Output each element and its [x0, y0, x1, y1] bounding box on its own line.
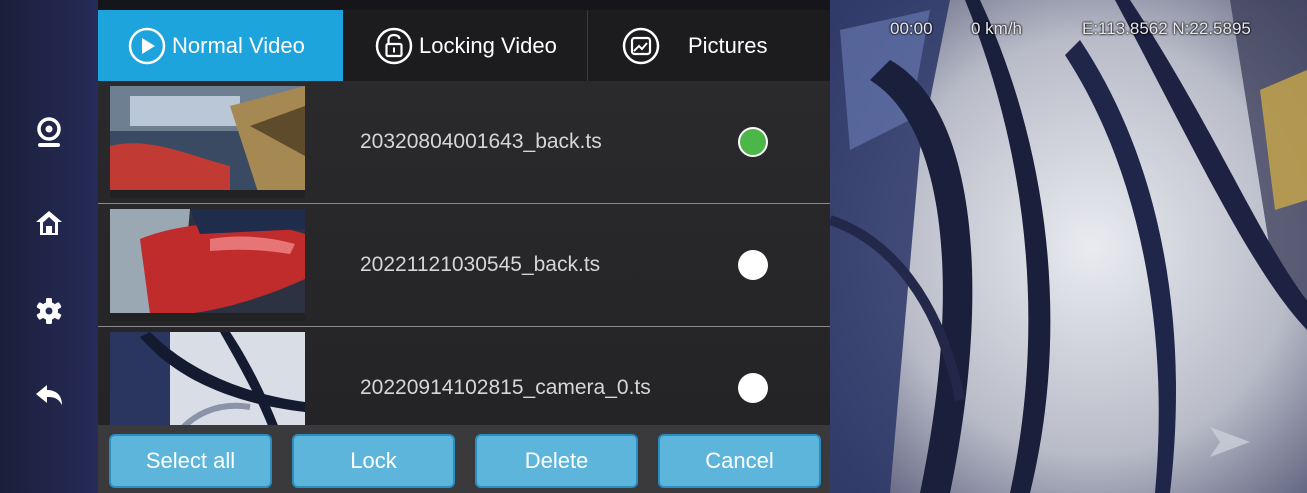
sidebar-item-settings[interactable] — [24, 286, 74, 336]
video-thumbnail — [110, 209, 305, 321]
tab-label: Pictures — [688, 32, 768, 58]
tab-label: Locking Video — [419, 32, 557, 58]
action-bar: Select all Lock Delete Cancel — [98, 425, 830, 493]
home-icon — [36, 211, 62, 235]
tab-locking-video[interactable]: Locking Video — [343, 10, 588, 81]
select-all-button[interactable]: Select all — [109, 434, 272, 488]
file-name: 20220914102815_camera_0.ts — [360, 376, 651, 399]
video-thumbnail — [110, 86, 305, 198]
tab-pictures[interactable]: Pictures — [588, 10, 830, 81]
file-name: 20320804001643_back.ts — [360, 130, 602, 153]
list-item[interactable]: 20220914102815_camera_0.ts — [98, 327, 830, 425]
tab-normal-video[interactable]: Normal Video — [98, 10, 343, 81]
cancel-button[interactable]: Cancel — [658, 434, 821, 488]
navigation-arrow-icon — [1210, 427, 1250, 457]
list-item[interactable]: 20221121030545_back.ts — [98, 204, 830, 327]
select-radio[interactable] — [738, 373, 768, 403]
lock-icon — [375, 27, 413, 65]
list-item[interactable]: 20320804001643_back.ts — [98, 81, 830, 204]
select-radio[interactable] — [738, 250, 768, 280]
tab-label: Normal Video — [172, 32, 305, 58]
video-preview[interactable]: 00:00 0 km/h E:113.8562 N:22.5895 — [830, 0, 1307, 493]
lock-button[interactable]: Lock — [292, 434, 455, 488]
camera-icon — [37, 117, 61, 147]
select-radio[interactable] — [738, 127, 768, 157]
video-thumbnail — [110, 332, 305, 425]
time-readout: 00:00 — [890, 19, 933, 38]
picture-icon — [622, 27, 660, 65]
sidebar — [0, 0, 98, 493]
file-list: 20320804001643_back.ts 20221121030545_ba… — [98, 81, 830, 425]
gps-readout: E:113.8562 N:22.5895 — [1082, 19, 1251, 38]
play-icon — [128, 27, 166, 65]
sidebar-item-back[interactable] — [24, 370, 74, 420]
gear-icon — [36, 298, 62, 324]
speed-readout: 0 km/h — [971, 19, 1023, 38]
preview-frame — [830, 0, 1307, 493]
sidebar-item-home[interactable] — [24, 198, 74, 248]
file-name: 20221121030545_back.ts — [360, 253, 601, 276]
back-icon — [36, 385, 62, 405]
tab-bar: Normal Video Locking Video Pictures — [98, 10, 830, 81]
sidebar-item-camera[interactable] — [24, 108, 74, 158]
delete-button[interactable]: Delete — [475, 434, 638, 488]
